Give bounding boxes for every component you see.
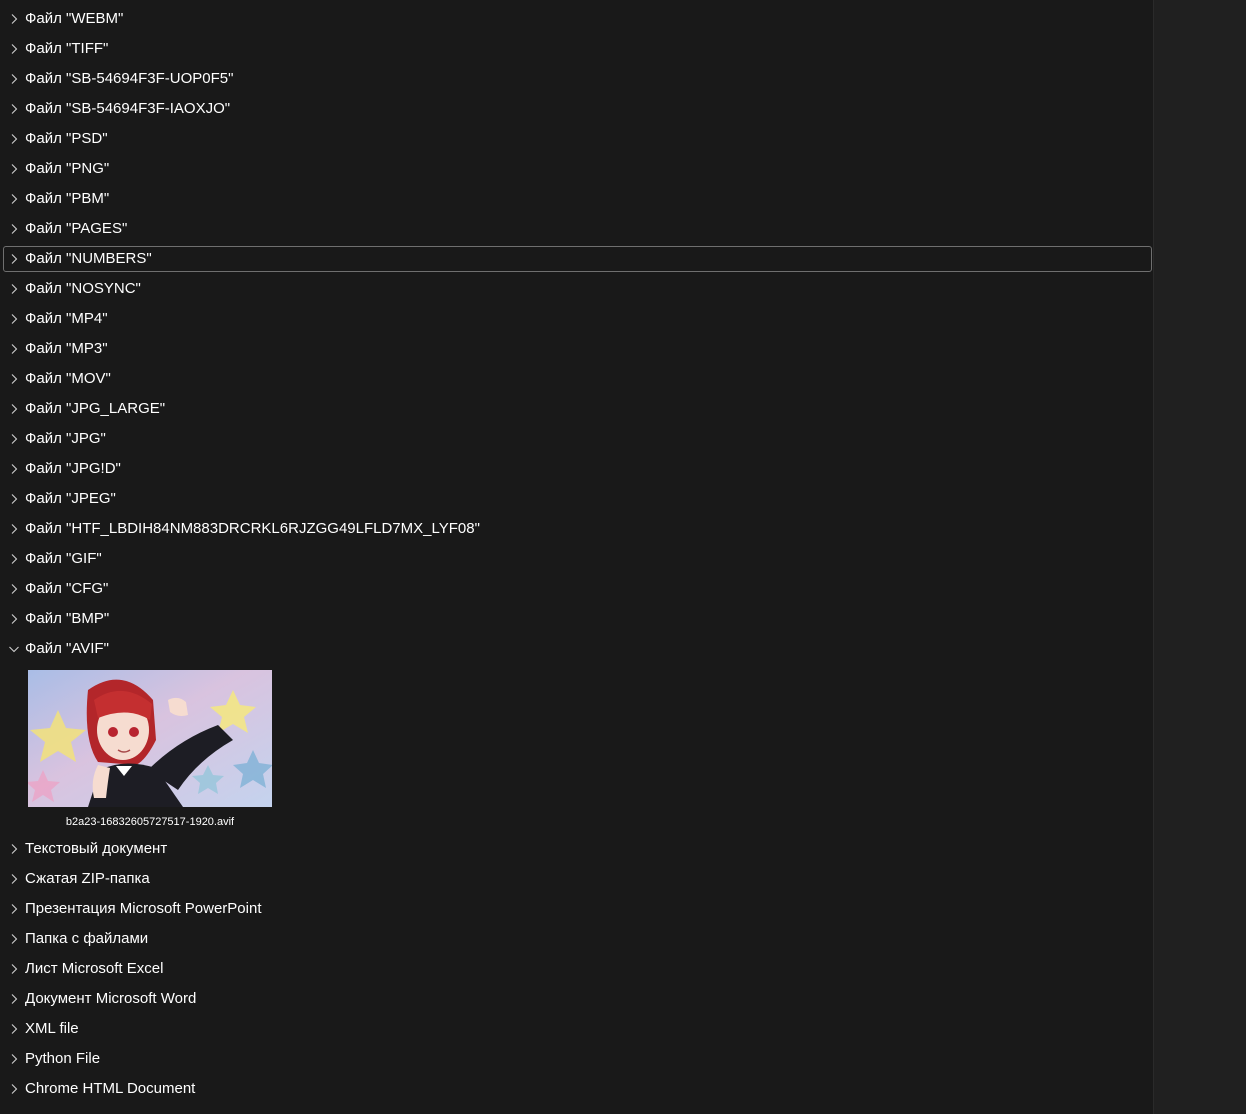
group-header[interactable]: Файл "WEBM" bbox=[3, 6, 1152, 32]
group-header-label: Текстовый документ bbox=[25, 840, 168, 857]
group-header[interactable]: Сжатая ZIP-папка bbox=[3, 866, 1152, 892]
group-header[interactable]: Документ Microsoft Word bbox=[3, 986, 1152, 1012]
group-header-label: Файл "MP3" bbox=[25, 340, 108, 357]
group-header-label: Файл "WEBM" bbox=[25, 10, 124, 27]
group-header[interactable]: Файл "GIF" bbox=[3, 546, 1152, 572]
group-header-label: Документ Microsoft Word bbox=[25, 990, 197, 1007]
group-header[interactable]: Файл "HTF_LBDIH84NM883DRCRKL6RJZGG49LFLD… bbox=[3, 516, 1152, 542]
group-header-label: Файл "SB-54694F3F-UOP0F5" bbox=[25, 70, 234, 87]
group-header[interactable]: Файл "JPG" bbox=[3, 426, 1152, 452]
chevron-right-icon[interactable] bbox=[8, 553, 20, 565]
group-header[interactable]: Файл "PSD" bbox=[3, 126, 1152, 152]
group-header-label: Лист Microsoft Excel bbox=[25, 960, 164, 977]
chevron-right-icon[interactable] bbox=[8, 963, 20, 975]
group-header-label: Файл "MOV" bbox=[25, 370, 111, 387]
group-header-label: Chrome HTML Document bbox=[25, 1080, 196, 1097]
group-header[interactable]: Файл "NOSYNC" bbox=[3, 276, 1152, 302]
chevron-right-icon[interactable] bbox=[8, 463, 20, 475]
chevron-right-icon[interactable] bbox=[8, 43, 20, 55]
chevron-right-icon[interactable] bbox=[8, 133, 20, 145]
chevron-right-icon[interactable] bbox=[8, 1023, 20, 1035]
chevron-right-icon[interactable] bbox=[8, 1053, 20, 1065]
group-header-label: Файл "PAGES" bbox=[25, 220, 128, 237]
group-header[interactable]: Файл "CFG" bbox=[3, 576, 1152, 602]
file-thumbnail bbox=[28, 670, 272, 807]
chevron-right-icon[interactable] bbox=[8, 283, 20, 295]
group-header-label: Python File bbox=[25, 1050, 101, 1067]
group-header[interactable]: Файл "SB-54694F3F-IAOXJO" bbox=[3, 96, 1152, 122]
chevron-right-icon[interactable] bbox=[8, 493, 20, 505]
file-list-pane: Файл "WEBM" Файл "TIFF" Файл "SB-54694F3F-… bbox=[0, 0, 1153, 1114]
chevron-right-icon[interactable] bbox=[8, 433, 20, 445]
group-header-label: XML file bbox=[25, 1020, 79, 1037]
group-header-label: Файл "SB-54694F3F-IAOXJO" bbox=[25, 100, 231, 117]
group-header-label: Презентация Microsoft PowerPoint bbox=[25, 900, 262, 917]
group-header[interactable]: Файл "PNG" bbox=[3, 156, 1152, 182]
preview-pane bbox=[1153, 0, 1246, 1114]
chevron-right-icon[interactable] bbox=[8, 903, 20, 915]
group-header-label: Файл "NOSYNC" bbox=[25, 280, 141, 297]
chevron-right-icon[interactable] bbox=[8, 843, 20, 855]
group-header[interactable]: Папка с файлами bbox=[3, 926, 1152, 952]
group-header-label: Файл "PSD" bbox=[25, 130, 108, 147]
group-header[interactable]: Файл "MOV" bbox=[3, 366, 1152, 392]
chevron-right-icon[interactable] bbox=[8, 253, 20, 265]
group-header-label: Файл "AVIF" bbox=[25, 640, 109, 657]
group-header-label: Файл "CFG" bbox=[25, 580, 109, 597]
group-header[interactable]: Файл "BMP" bbox=[3, 606, 1152, 632]
file-item[interactable]: b2a23-16832605727517-1920.avif bbox=[24, 666, 276, 832]
group-header[interactable]: Презентация Microsoft PowerPoint bbox=[3, 896, 1152, 922]
group-header[interactable]: Файл "AVIF" bbox=[3, 636, 1152, 662]
chevron-right-icon[interactable] bbox=[8, 163, 20, 175]
chevron-right-icon[interactable] bbox=[8, 933, 20, 945]
group-header[interactable]: Файл "MP3" bbox=[3, 336, 1152, 362]
chevron-right-icon[interactable] bbox=[8, 343, 20, 355]
chevron-right-icon[interactable] bbox=[8, 373, 20, 385]
chevron-right-icon[interactable] bbox=[8, 1083, 20, 1095]
group-header-label: Файл "PBM" bbox=[25, 190, 110, 207]
group-header-label: Сжатая ZIP-папка bbox=[25, 870, 150, 887]
group-header[interactable]: Файл "TIFF" bbox=[3, 36, 1152, 62]
chevron-down-icon[interactable] bbox=[8, 643, 20, 655]
group-header[interactable]: Файл "SB-54694F3F-UOP0F5" bbox=[3, 66, 1152, 92]
group-header[interactable]: Текстовый документ bbox=[3, 836, 1152, 862]
group-header-label: Файл "JPG" bbox=[25, 430, 106, 447]
chevron-right-icon[interactable] bbox=[8, 403, 20, 415]
group-header-label: Файл "JPEG" bbox=[25, 490, 116, 507]
chevron-right-icon[interactable] bbox=[8, 73, 20, 85]
chevron-right-icon[interactable] bbox=[8, 583, 20, 595]
group-header[interactable]: Файл "PBM" bbox=[3, 186, 1152, 212]
group-header[interactable]: Файл "JPG!D" bbox=[3, 456, 1152, 482]
chevron-right-icon[interactable] bbox=[8, 313, 20, 325]
group-header[interactable]: Файл "JPG_LARGE" bbox=[3, 396, 1152, 422]
group-header[interactable]: XML file bbox=[3, 1016, 1152, 1042]
group-header[interactable]: Файл "JPEG" bbox=[3, 486, 1152, 512]
file-name: b2a23-16832605727517-1920.avif bbox=[65, 816, 235, 828]
group-header[interactable]: Лист Microsoft Excel bbox=[3, 956, 1152, 982]
chevron-right-icon[interactable] bbox=[8, 13, 20, 25]
chevron-right-icon[interactable] bbox=[8, 523, 20, 535]
group-header[interactable]: Python File bbox=[3, 1046, 1152, 1072]
group-header-label: Файл "BMP" bbox=[25, 610, 110, 627]
chevron-right-icon[interactable] bbox=[8, 223, 20, 235]
chevron-right-icon[interactable] bbox=[8, 613, 20, 625]
group-header-label: Файл "GIF" bbox=[25, 550, 102, 567]
group-header[interactable]: Файл "PAGES" bbox=[3, 216, 1152, 242]
group-header[interactable]: Файл "MP4" bbox=[3, 306, 1152, 332]
group-header-label: Файл "TIFF" bbox=[25, 40, 109, 57]
group-header[interactable]: Chrome HTML Document bbox=[3, 1076, 1152, 1102]
group-header-label: Файл "MP4" bbox=[25, 310, 108, 327]
group-header-label: Папка с файлами bbox=[25, 930, 149, 947]
group-header-label: Файл "NUMBERS" bbox=[25, 250, 152, 267]
group-header-label: Файл "JPG!D" bbox=[25, 460, 121, 477]
group-header[interactable]: Файл "NUMBERS" bbox=[3, 246, 1152, 272]
chevron-right-icon[interactable] bbox=[8, 193, 20, 205]
group-header-label: Файл "JPG_LARGE" bbox=[25, 400, 166, 417]
chevron-right-icon[interactable] bbox=[8, 873, 20, 885]
chevron-right-icon[interactable] bbox=[8, 103, 20, 115]
group-header-label: Файл "HTF_LBDIH84NM883DRCRKL6RJZGG49LFLD… bbox=[25, 520, 480, 537]
chevron-right-icon[interactable] bbox=[8, 993, 20, 1005]
group-header-label: Файл "PNG" bbox=[25, 160, 110, 177]
